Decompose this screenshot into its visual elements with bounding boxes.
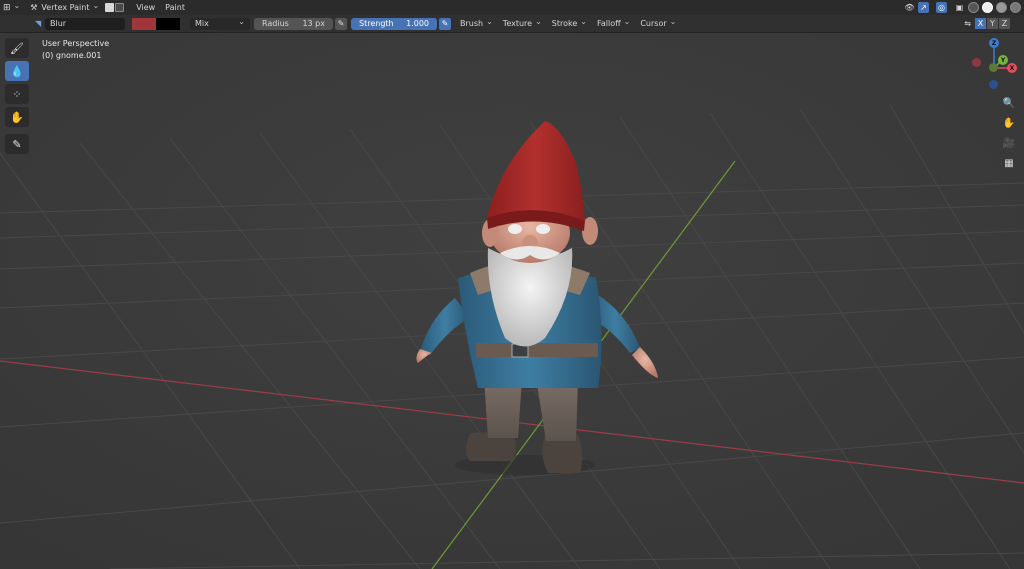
radius-value: 13 px bbox=[302, 19, 325, 28]
mirror-x-button[interactable]: X bbox=[975, 18, 986, 29]
vertex-paint-icon: ⚒ bbox=[30, 3, 38, 12]
shading-solid-icon[interactable] bbox=[982, 2, 993, 13]
editor-type-selector[interactable]: ⊞ bbox=[0, 1, 23, 14]
zoom-button[interactable]: 🔍 bbox=[1000, 94, 1018, 112]
mirror-y-button[interactable]: Y bbox=[987, 18, 998, 29]
blend-mode-label: Mix bbox=[195, 19, 209, 28]
mode-selector[interactable]: ⚒ Vertex Paint bbox=[27, 1, 102, 14]
menu-paint[interactable]: Paint bbox=[162, 1, 188, 14]
gizmo-x-negative[interactable] bbox=[972, 58, 981, 67]
visibility-icon[interactable]: 👁 bbox=[904, 2, 915, 13]
brush-selector[interactable]: ◥ Blur bbox=[0, 17, 132, 30]
primary-color-swatch[interactable] bbox=[132, 17, 156, 30]
strength-label: Strength bbox=[359, 19, 394, 28]
annotate-icon: ✎ bbox=[12, 137, 22, 151]
editor-header: ⊞ ⚒ Vertex Paint View Paint 👁 ↗ ◎ ▣ bbox=[0, 0, 1024, 16]
hand-pan-icon: ✋ bbox=[1002, 117, 1016, 129]
ortho-toggle-button[interactable]: ▦ bbox=[1000, 154, 1018, 172]
shading-rendered-icon[interactable] bbox=[1010, 2, 1021, 13]
radius-slider[interactable]: Radius 13 px bbox=[254, 17, 333, 30]
vertex-mask-icon[interactable] bbox=[115, 3, 125, 12]
zoom-icon: 🔍 bbox=[1002, 97, 1016, 109]
3d-viewport[interactable] bbox=[0, 33, 1024, 569]
secondary-color-swatch[interactable] bbox=[156, 17, 180, 30]
shading-material-icon[interactable] bbox=[996, 2, 1007, 13]
brush-name: Blur bbox=[50, 19, 67, 28]
gizmo-toggle-icon[interactable]: ↗ bbox=[918, 2, 929, 13]
brush-preview-icon: ◥ bbox=[35, 19, 42, 28]
shading-wireframe-icon[interactable] bbox=[968, 2, 979, 13]
face-mask-icon[interactable] bbox=[105, 3, 115, 12]
gizmo-y-negative[interactable] bbox=[989, 63, 998, 72]
xray-toggle-icon[interactable]: ▣ bbox=[954, 2, 965, 13]
viewport-header-right: 👁 ↗ ◎ ▣ bbox=[904, 2, 1024, 13]
mirror-icon: ⇋ bbox=[964, 19, 971, 28]
tool-settings-header: ◥ Blur Mix Radius 13 px ✎ Strength 1.000… bbox=[0, 15, 1024, 33]
navigation-gizmo[interactable]: Z Y X bbox=[972, 36, 1017, 94]
overlay-toggle-icon[interactable]: ◎ bbox=[936, 2, 947, 13]
active-object: (0) gnome.001 bbox=[42, 51, 102, 60]
menu-cursor[interactable]: Cursor bbox=[635, 19, 681, 28]
menu-brush[interactable]: Brush bbox=[455, 19, 498, 28]
viewport-nav-buttons: 🔍 ✋ 🎥 ▦ bbox=[1000, 94, 1018, 172]
menu-stroke[interactable]: Stroke bbox=[547, 19, 592, 28]
radius-pressure-icon[interactable]: ✎ bbox=[335, 17, 347, 30]
view-name: User Perspective bbox=[42, 39, 110, 48]
draw-tool[interactable]: 🖌 bbox=[5, 38, 29, 58]
strength-slider[interactable]: Strength 1.000 bbox=[351, 17, 437, 30]
grid-icon: ▦ bbox=[1004, 157, 1014, 169]
strength-value: 1.000 bbox=[406, 19, 429, 28]
menu-falloff[interactable]: Falloff bbox=[592, 19, 635, 28]
tool-shelf: 🖌 💧 ⁘ ✋ ✎ bbox=[5, 38, 30, 154]
camera-view-button[interactable]: 🎥 bbox=[1000, 134, 1018, 152]
viewport-info: User Perspective (0) gnome.001 bbox=[42, 38, 109, 62]
smear-tool[interactable]: ✋ bbox=[5, 107, 29, 127]
menu-texture[interactable]: Texture bbox=[498, 19, 547, 28]
blend-mode-select[interactable]: Mix bbox=[190, 17, 250, 30]
draw-brush-icon: 🖌 bbox=[10, 41, 24, 55]
gizmo-x-positive[interactable]: X bbox=[1007, 63, 1017, 73]
gizmo-z-negative[interactable] bbox=[989, 80, 998, 89]
radius-label: Radius bbox=[262, 19, 289, 28]
pan-button[interactable]: ✋ bbox=[1000, 114, 1018, 132]
average-tool[interactable]: ⁘ bbox=[5, 84, 29, 104]
brush-name-field[interactable]: Blur bbox=[45, 17, 125, 30]
strength-pressure-icon[interactable]: ✎ bbox=[439, 17, 451, 30]
paint-mask-toggles[interactable] bbox=[102, 1, 127, 14]
gizmo-z-positive[interactable]: Z bbox=[989, 38, 999, 48]
gizmo-y-positive[interactable]: Y bbox=[998, 55, 1008, 65]
smear-icon: ✋ bbox=[10, 110, 24, 124]
mirror-axis-group: ⇋ X Y Z bbox=[964, 18, 1024, 29]
menu-view[interactable]: View bbox=[133, 1, 158, 14]
camera-icon: 🎥 bbox=[1002, 137, 1016, 149]
mode-label: Vertex Paint bbox=[41, 3, 90, 12]
average-icon: ⁘ bbox=[12, 87, 22, 101]
blur-tool[interactable]: 💧 bbox=[5, 61, 29, 81]
editor-type-icon: ⊞ bbox=[3, 2, 11, 13]
blur-drop-icon: 💧 bbox=[10, 64, 24, 78]
annotate-tool[interactable]: ✎ bbox=[5, 134, 29, 154]
mirror-z-button[interactable]: Z bbox=[999, 18, 1010, 29]
